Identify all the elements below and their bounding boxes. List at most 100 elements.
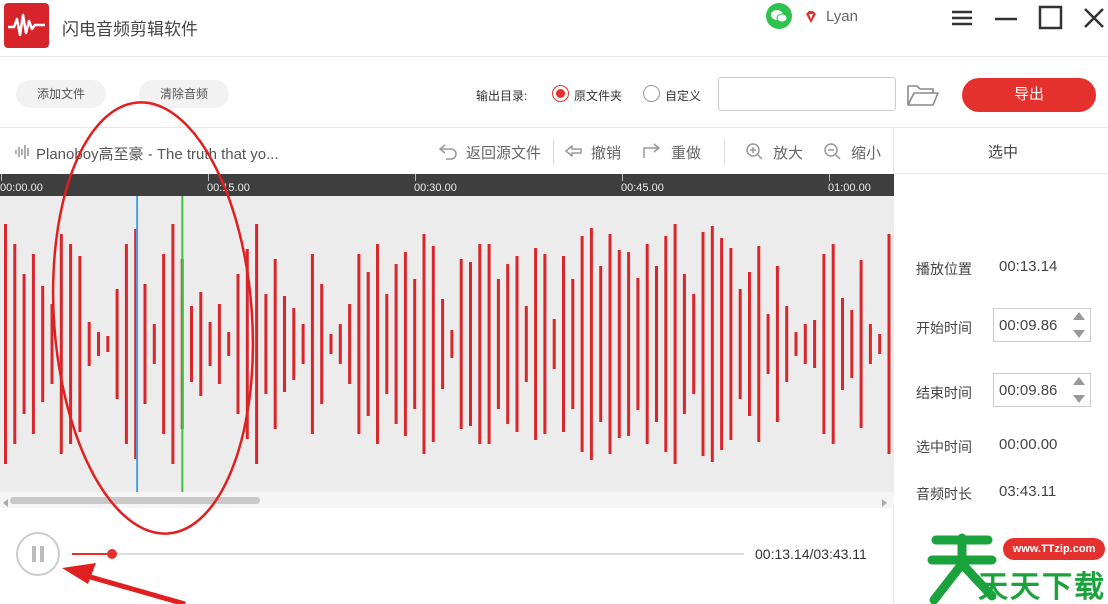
waveform-bar [357, 254, 361, 434]
duration-value: 03:43.11 [999, 483, 1057, 500]
start-time-label: 开始时间 [916, 320, 972, 336]
waveform-bar [710, 226, 714, 462]
waveform-bar [701, 232, 705, 456]
zoom-out-icon[interactable] [823, 142, 843, 160]
waveform-bar [292, 308, 296, 380]
waveform-bar [459, 259, 463, 429]
waveform-bar [543, 254, 547, 434]
waveform-bar [329, 334, 333, 354]
waveform-bar [190, 306, 193, 382]
scrollbar-thumb[interactable] [10, 497, 260, 504]
waveform-bar [87, 322, 91, 366]
end-time-spin-icon[interactable] [1072, 375, 1086, 405]
waveform-bar [450, 330, 454, 358]
waveform-bar [69, 244, 73, 444]
waveform-bar [645, 244, 649, 444]
undo-button[interactable]: 撤销 [591, 142, 621, 163]
playback-progress-track[interactable] [72, 553, 744, 555]
end-time-label: 结束时间 [916, 385, 972, 401]
waveform-bar [143, 284, 147, 404]
playback-progress-handle[interactable] [107, 549, 117, 559]
waveform-bar [422, 234, 426, 454]
output-path-input[interactable] [718, 77, 896, 111]
vip-diamond-icon [804, 10, 818, 24]
scroll-left-icon[interactable] [2, 495, 10, 507]
redo-button[interactable]: 重做 [671, 142, 701, 163]
scroll-right-icon[interactable] [880, 495, 888, 507]
selected-time-value: 00:00.00 [999, 436, 1058, 453]
close-icon[interactable] [1080, 4, 1108, 32]
maximize-icon[interactable] [1037, 4, 1065, 32]
end-time-value[interactable]: 00:09.86 [999, 382, 1057, 399]
menu-icon[interactable] [948, 4, 976, 32]
waveform-bar [208, 322, 212, 366]
radio-custom-folder[interactable] [643, 85, 660, 102]
playback-time-readout: 00:13.14/03:43.11 [755, 546, 867, 562]
waveform-bar [245, 249, 249, 439]
waveform-bar [338, 324, 342, 364]
radio-original-folder[interactable] [552, 85, 569, 102]
time-tick [415, 174, 416, 181]
waveform-bar [552, 319, 556, 369]
app-title: 闪电音频剪辑软件 [62, 20, 198, 39]
waveform-bar [264, 294, 268, 394]
app-logo-icon [4, 3, 49, 48]
minimize-icon[interactable] [992, 4, 1020, 32]
wechat-icon[interactable] [766, 3, 792, 29]
export-button[interactable]: 导出 [962, 78, 1096, 112]
waveform-bar [794, 332, 798, 356]
waveform-bar [78, 256, 82, 432]
waveform-bar [31, 254, 35, 434]
waveform-bar [627, 252, 631, 436]
undo-icon[interactable] [564, 142, 584, 160]
waveform-bar [320, 284, 324, 404]
waveform-bar [831, 244, 835, 444]
waveform-bar [124, 244, 128, 444]
zoom-in-icon[interactable] [745, 142, 765, 160]
redo-icon[interactable] [642, 142, 662, 160]
radio-original-label: 原文件夹 [574, 89, 623, 103]
waveform-bar [366, 272, 370, 416]
waveform-bar [729, 248, 733, 440]
return-icon[interactable] [438, 142, 458, 160]
waveform-bar [301, 324, 305, 364]
waveform-bar [571, 279, 575, 409]
waveform-bar [868, 324, 872, 364]
waveform-bar [775, 266, 779, 422]
time-tick [622, 174, 623, 181]
waveform-bar [59, 234, 63, 454]
waveform-bar [348, 304, 352, 384]
zoom-in-button[interactable]: 放大 [773, 142, 803, 163]
pause-button[interactable] [16, 532, 60, 576]
zoom-out-button[interactable]: 缩小 [851, 142, 881, 163]
waveform-bar [524, 306, 528, 382]
waveform-bar [682, 274, 686, 414]
username[interactable]: Lyan [826, 8, 858, 25]
waveform-bar [617, 250, 621, 438]
clear-audio-button[interactable]: 清除音频 [139, 80, 229, 108]
waveform-bar [887, 234, 891, 454]
start-time-spin-icon[interactable] [1072, 310, 1086, 340]
waveform-bar [850, 310, 854, 378]
waveform-bar [413, 279, 417, 409]
panel-title: 选中 [988, 144, 1019, 161]
waveform-bar [599, 266, 603, 422]
waveform-bar [766, 314, 770, 374]
play-position-label: 播放位置 [916, 261, 972, 277]
start-time-value[interactable]: 00:09.86 [999, 317, 1057, 334]
waveform-bar [50, 304, 54, 384]
folder-open-icon[interactable] [906, 82, 940, 108]
start-marker[interactable] [136, 196, 139, 492]
back-to-source-button[interactable]: 返回源文件 [466, 142, 541, 163]
add-file-button[interactable]: 添加文件 [16, 80, 106, 108]
waveform-bar [403, 252, 407, 436]
waveform[interactable] [0, 196, 894, 492]
time-tick-label: 00:15.00 [207, 182, 250, 194]
file-name: Planoboy高至豪 - The truth that yo... [36, 146, 279, 163]
time-tick-label: 00:00.00 [0, 182, 43, 194]
waveform-bar [515, 256, 519, 432]
waveform-bar [720, 238, 724, 450]
waveform-bar [589, 228, 593, 460]
waveform-bar [496, 279, 500, 409]
playhead[interactable] [181, 196, 184, 492]
